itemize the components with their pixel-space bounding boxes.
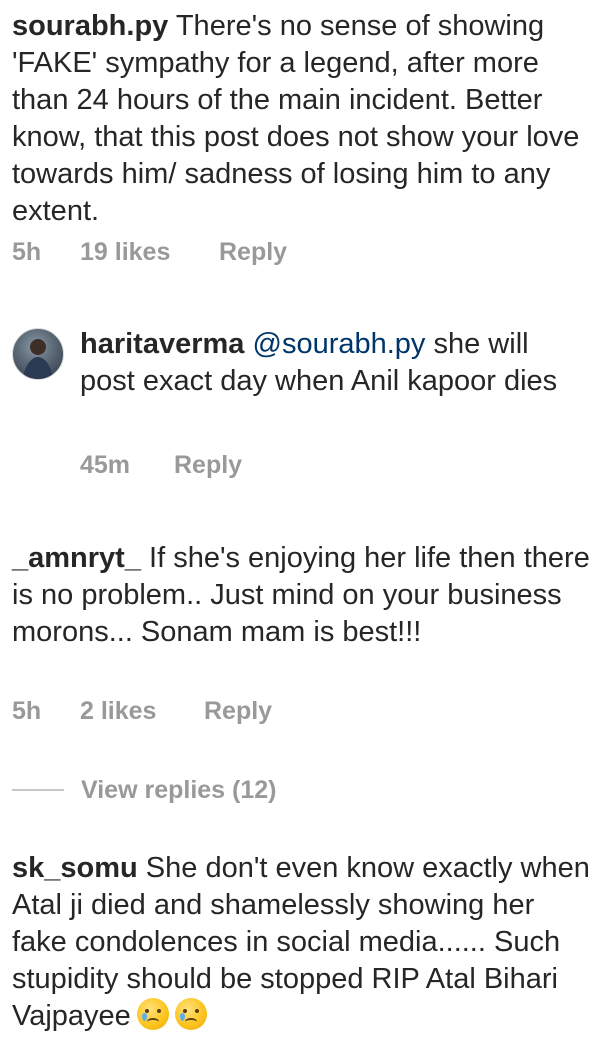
- reply-button[interactable]: Reply: [204, 697, 272, 726]
- comment-likes[interactable]: 2 likes: [80, 697, 156, 726]
- reply-button[interactable]: Reply: [219, 238, 287, 267]
- comment-body: sourabh.py There's no sense of showing '…: [12, 8, 590, 230]
- reply-mention[interactable]: @sourabh.py: [253, 328, 426, 360]
- avatar[interactable]: [12, 328, 64, 380]
- comment-sk-somu: sk_somu She don't even know exactly when…: [12, 850, 590, 1035]
- comment-text: There's no sense of showing 'FAKE' sympa…: [12, 10, 580, 227]
- comment-username[interactable]: sk_somu: [12, 852, 138, 884]
- reply-meta: 45m Reply: [80, 451, 242, 480]
- comment-body: _amnryt_ If she's enjoying her life then…: [12, 540, 590, 651]
- reply-haritaverma: haritaverma @sourabh.py she will post ex…: [80, 326, 590, 400]
- reply-body: haritaverma @sourabh.py she will post ex…: [80, 326, 590, 400]
- view-replies-label[interactable]: View replies (12): [81, 776, 276, 805]
- comment-meta: 5h 19 likes Reply: [12, 238, 287, 267]
- reply-username[interactable]: haritaverma: [80, 328, 244, 360]
- comment-amnryt: _amnryt_ If she's enjoying her life then…: [12, 540, 590, 651]
- divider: [12, 789, 64, 791]
- comment-likes[interactable]: 19 likes: [80, 238, 170, 267]
- comment-timestamp: 5h: [12, 697, 42, 725]
- comment-username[interactable]: sourabh.py: [12, 10, 168, 42]
- comment-meta: 5h 2 likes Reply: [12, 697, 272, 726]
- comment-username[interactable]: _amnryt_: [12, 542, 141, 574]
- view-replies[interactable]: View replies (12): [12, 772, 276, 808]
- comment-timestamp: 5h: [12, 238, 42, 266]
- reply-button[interactable]: Reply: [174, 451, 242, 480]
- crying-face-emoji: [174, 998, 207, 1030]
- comment-body: sk_somu She don't even know exactly when…: [12, 850, 590, 1035]
- avatar-image: [23, 339, 53, 379]
- comment-sourabh: sourabh.py There's no sense of showing '…: [12, 8, 590, 230]
- reply-timestamp: 45m: [80, 451, 131, 479]
- crying-face-emoji: [136, 998, 169, 1030]
